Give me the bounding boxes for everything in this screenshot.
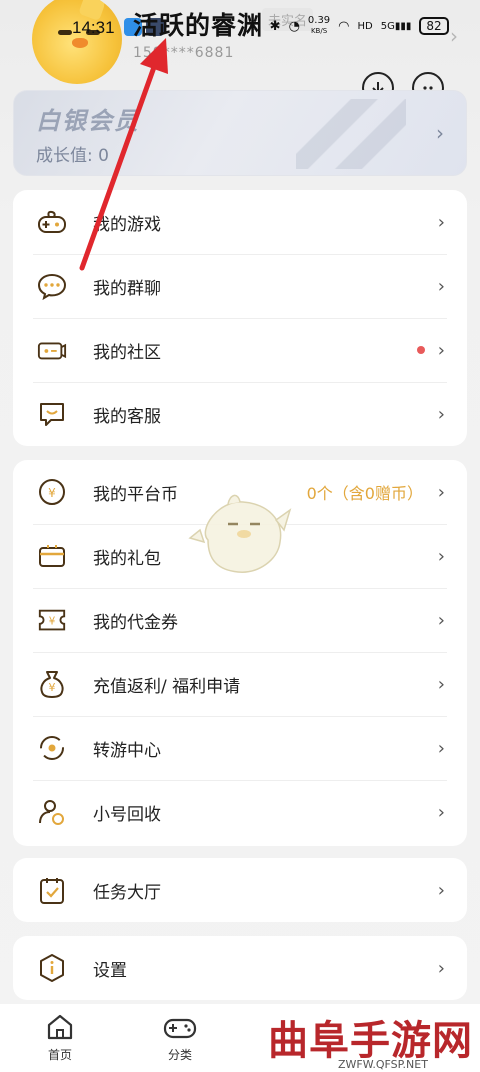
hd-icon: HD [357, 20, 373, 32]
signal-icon: 5G▮▮▮ [380, 20, 412, 32]
chevron-right-icon: › [437, 545, 445, 567]
menu-item-my-community[interactable]: 我的社区 › [13, 318, 467, 382]
chevron-right-icon: › [436, 121, 444, 145]
account-recycle-icon [37, 797, 67, 827]
avatar-eye-left [58, 30, 72, 35]
nav-label: 分类 [167, 1048, 192, 1062]
status-time: 14:31 [72, 18, 115, 37]
chevron-right-icon: › [437, 801, 445, 823]
bluetooth-icon: ✱ [269, 18, 281, 34]
transfer-icon [37, 733, 67, 763]
gift-icon [37, 541, 67, 571]
menu-item-settings[interactable]: 设置 › [13, 936, 467, 1000]
svg-text:¥: ¥ [48, 486, 56, 500]
voucher-icon: ¥ [37, 605, 67, 635]
chevron-right-icon: › [437, 211, 445, 233]
menu-item-customer-service[interactable]: 我的客服 › [13, 382, 467, 446]
task-icon [37, 875, 67, 905]
menu-label: 我的群聊 [93, 278, 161, 299]
battery-indicator: 82 [419, 17, 449, 35]
menu-label: 我的社区 [93, 342, 161, 363]
menu-label: 转游中心 [93, 740, 161, 761]
community-icon [37, 335, 67, 365]
menu-label: 充值返利/ 福利申请 [93, 676, 241, 697]
annotation-arrow [79, 38, 168, 271]
profile-chevron-icon[interactable]: › [450, 24, 458, 48]
membership-decoration [296, 99, 406, 169]
alarm-icon: ◔ [288, 18, 300, 34]
chevron-right-icon: › [437, 275, 445, 297]
svg-text:¥: ¥ [49, 681, 56, 694]
chevron-right-icon: › [437, 609, 445, 631]
coin-balance: 0个（含0赠币） [306, 484, 423, 503]
menu-card-tasks: 任务大厅 › [13, 858, 467, 922]
menu-item-vouchers[interactable]: ¥ 我的代金券 › [13, 588, 467, 652]
network-speed: 0.39 KB/S [307, 15, 331, 36]
mascot-watermark [188, 490, 292, 580]
svg-text:¥: ¥ [49, 616, 56, 628]
nav-category[interactable]: 分类 [150, 1012, 210, 1063]
menu-label: 任务大厅 [93, 882, 161, 903]
menu-label: 我的代金券 [93, 612, 178, 633]
nav-label: 首页 [47, 1048, 72, 1062]
chat-bubble-icon [37, 271, 67, 301]
chevron-right-icon: › [437, 737, 445, 759]
menu-item-transfer-center[interactable]: 转游中心 › [13, 716, 467, 780]
chevron-right-icon: › [437, 481, 445, 503]
category-gamepad-icon [163, 1018, 197, 1039]
settings-icon [37, 953, 67, 983]
menu-label: 我的礼包 [93, 548, 161, 569]
customer-service-icon [37, 399, 67, 429]
status-icons: ☾ ✱ ◔ 0.39 KB/S ◠ HD 5G▮▮▮ 82 [250, 16, 449, 36]
chevron-right-icon: › [437, 339, 445, 361]
chevron-right-icon: › [437, 879, 445, 901]
menu-item-task-hall[interactable]: 任务大厅 › [13, 858, 467, 922]
wifi-icon: ◠ [338, 18, 350, 34]
menu-label: 我的平台币 [93, 484, 178, 505]
site-watermark-url: ZWFW.QFSP.NET [338, 1058, 428, 1071]
money-bag-icon: ¥ [37, 669, 67, 699]
chevron-right-icon: › [437, 957, 445, 979]
menu-label: 小号回收 [93, 804, 161, 825]
menu-item-account-recycle[interactable]: 小号回收 › [13, 780, 467, 844]
chevron-right-icon: › [437, 403, 445, 425]
nav-home[interactable]: 首页 [30, 1012, 90, 1063]
menu-item-recharge-rebate[interactable]: ¥ 充值返利/ 福利申请 › [13, 652, 467, 716]
home-icon [47, 1014, 73, 1040]
moon-icon: ☾ [250, 18, 262, 34]
gamepad-icon [37, 207, 67, 237]
menu-label: 设置 [93, 960, 127, 981]
menu-label: 我的客服 [93, 406, 161, 427]
notification-dot [417, 346, 425, 354]
chevron-right-icon: › [437, 673, 445, 695]
coin-icon: ¥ [37, 477, 67, 507]
menu-card-settings: 设置 › [13, 936, 467, 1000]
